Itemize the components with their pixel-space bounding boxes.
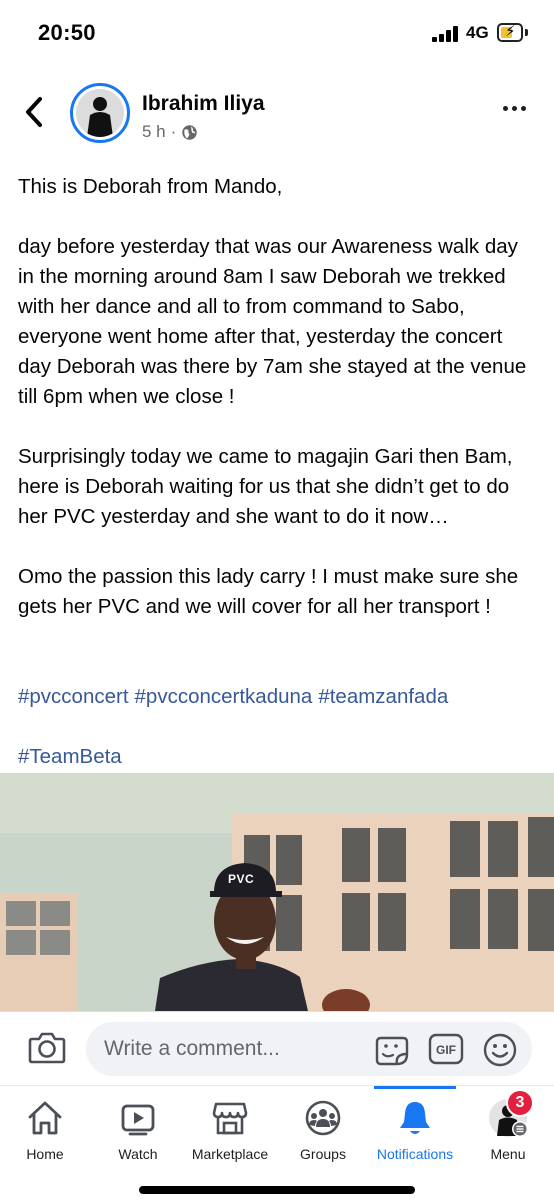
gif-icon[interactable]: GIF — [428, 1033, 464, 1065]
post-text: This is Deborah from Mando, day before y… — [18, 172, 538, 802]
menu-notification-badge: 3 — [506, 1089, 534, 1117]
post-paragraph: day before yesterday that was our Awaren… — [18, 235, 527, 408]
meta-separator: · — [170, 122, 177, 141]
bell-icon — [400, 1102, 430, 1134]
hashtag-link[interactable]: #pvcconcertkaduna — [135, 685, 313, 708]
groups-icon — [305, 1100, 341, 1136]
post-photo[interactable]: PVC — [0, 773, 554, 1011]
home-icon — [28, 1101, 62, 1135]
post-header: Ibrahim Iliya 5 h · — [0, 78, 554, 148]
comment-placeholder: Write a comment... — [104, 1037, 280, 1060]
author-avatar[interactable] — [70, 83, 130, 143]
post-meta: 5 h · — [142, 122, 198, 142]
hashtag-link[interactable]: #pvcconcert — [18, 685, 129, 708]
globe-icon[interactable] — [181, 124, 198, 141]
sticker-icon[interactable] — [374, 1033, 410, 1067]
back-icon[interactable] — [22, 95, 48, 129]
comment-input[interactable]: Write a comment... GIF — [86, 1022, 532, 1076]
more-options-icon[interactable] — [503, 106, 526, 111]
post-paragraph: This is Deborah from Mando, — [18, 175, 283, 198]
bottom-tab-bar: Home Watch Marketplace Groups Notificati… — [0, 1085, 554, 1200]
emoji-icon[interactable] — [482, 1032, 518, 1068]
post-time[interactable]: 5 h — [142, 122, 166, 142]
status-time: 20:50 — [38, 20, 96, 45]
hashtags: #pvcconcert #pvcconcertkaduna #teamzanfada… — [18, 652, 538, 772]
camera-icon[interactable] — [28, 1030, 66, 1064]
status-bar: 20:50 4G ⚡ — [0, 0, 554, 70]
svg-text:GIF: GIF — [436, 1043, 456, 1057]
tab-watch[interactable]: Watch — [107, 1086, 169, 1176]
photo-illustration — [0, 773, 554, 1011]
home-indicator — [139, 1186, 415, 1194]
tab-label: Notifications — [376, 1146, 454, 1162]
tab-label: Marketplace — [191, 1146, 269, 1162]
tab-label: Home — [26, 1146, 64, 1162]
tab-home[interactable]: Home — [14, 1086, 76, 1176]
post-paragraph: Omo the passion this lady carry ! I must… — [18, 565, 519, 618]
comment-bar: Write a comment... GIF — [0, 1011, 554, 1085]
tab-groups[interactable]: Groups — [292, 1086, 354, 1176]
tab-label: Groups — [300, 1146, 346, 1162]
author-name[interactable]: Ibrahim Iliya — [142, 92, 265, 116]
marketplace-icon — [212, 1102, 248, 1135]
network-label: 4G — [466, 23, 489, 42]
avatar-silhouette — [76, 89, 124, 137]
signal-icon — [432, 26, 460, 42]
post-paragraph: Surprisingly today we came to magajin Ga… — [18, 445, 513, 528]
watch-icon — [121, 1104, 155, 1136]
battery-icon: ⚡ — [497, 23, 523, 42]
tab-label: Menu — [490, 1146, 526, 1162]
hashtag-link[interactable]: #teamzanfada — [318, 685, 448, 708]
cap-logo-text: PVC — [228, 872, 255, 886]
hashtag-link[interactable]: #TeamBeta — [18, 745, 122, 768]
tab-notifications[interactable]: Notifications — [372, 1086, 458, 1176]
tab-marketplace[interactable]: Marketplace — [186, 1086, 274, 1176]
tab-label: Watch — [118, 1146, 158, 1162]
